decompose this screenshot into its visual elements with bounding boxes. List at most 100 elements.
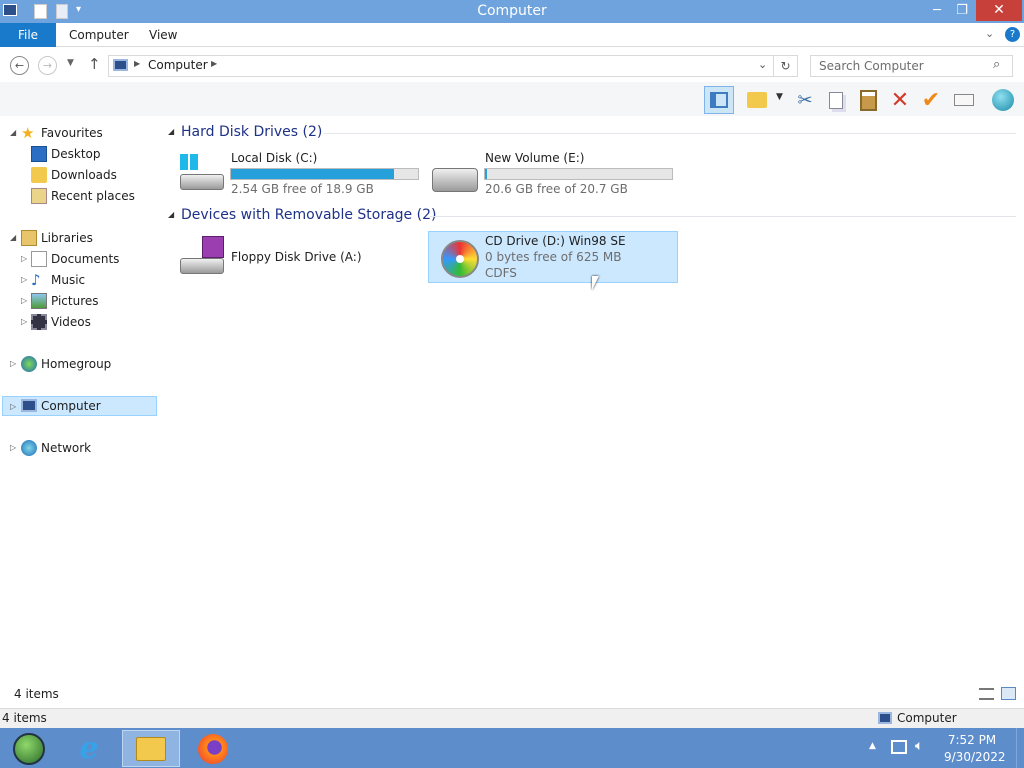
tab-view[interactable]: View — [149, 23, 177, 47]
folder-options-button[interactable] — [742, 86, 772, 114]
nav-desktop[interactable]: Desktop — [0, 144, 160, 164]
item-count: 4 items — [14, 687, 59, 701]
start-orb-icon — [13, 732, 45, 765]
nav-libraries[interactable]: ◢ Libraries — [0, 228, 160, 248]
firefox-icon — [198, 733, 228, 764]
folder-dropdown-icon[interactable]: ▼ — [776, 92, 783, 102]
volume-muted-icon[interactable]: 🔈︎ — [915, 738, 923, 754]
drive-item-cd[interactable]: CD Drive (D:) Win98 SE 0 bytes free of 6… — [428, 231, 678, 283]
group-header-hard-disks[interactable]: Hard Disk Drives (2) — [181, 124, 322, 140]
expand-icon[interactable]: ▷ — [21, 249, 27, 269]
nav-videos[interactable]: ▷ Videos — [0, 312, 160, 332]
tab-computer[interactable]: Computer — [69, 23, 129, 47]
collapse-group-icon[interactable]: ◢ — [168, 127, 174, 136]
folder-icon — [747, 92, 767, 108]
taskbar-firefox[interactable] — [184, 730, 242, 767]
expand-icon[interactable]: ▷ — [10, 438, 16, 458]
tab-file[interactable]: File — [0, 23, 56, 47]
explorer-folder-icon — [136, 736, 166, 761]
search-input[interactable]: Search Computer ⌕ — [810, 55, 1013, 77]
show-desktop-button[interactable] — [1016, 728, 1024, 768]
videos-icon — [31, 314, 47, 330]
address-crumb-computer[interactable]: Computer — [148, 58, 208, 72]
maximize-button[interactable]: ❐ — [950, 0, 974, 21]
group-divider — [430, 216, 1016, 217]
nav-label: Desktop — [51, 147, 101, 161]
nav-label: Libraries — [41, 231, 93, 245]
expand-icon[interactable]: ▷ — [21, 270, 27, 290]
drive-name: Floppy Disk Drive (A:) — [231, 250, 362, 264]
nav-label: Videos — [51, 315, 91, 329]
search-icon: ⌕ — [993, 57, 1001, 72]
drive-item-e[interactable]: New Volume (E:) 20.6 GB free of 20.7 GB — [430, 148, 680, 198]
forward-button[interactable]: → — [38, 56, 57, 75]
show-hidden-icons-icon[interactable]: ▲ — [869, 741, 876, 751]
drive-free-space: 0 bytes free of 625 MB — [485, 250, 622, 264]
nav-pictures[interactable]: ▷ Pictures — [0, 291, 160, 311]
start-button[interactable] — [0, 730, 58, 767]
ie-icon: e — [79, 731, 99, 766]
nav-homegroup[interactable]: ▷ Homegroup — [0, 354, 160, 374]
recent-locations-icon[interactable]: ▼ — [67, 58, 74, 68]
nav-documents[interactable]: ▷ Documents — [0, 249, 160, 269]
command-toolbar: ▼ ✂ ✕ ✔ — [0, 82, 1024, 116]
network-location-button[interactable] — [988, 86, 1018, 114]
drive-free-space: 20.6 GB free of 20.7 GB — [485, 182, 628, 196]
drive-item-floppy[interactable]: Floppy Disk Drive (A:) — [176, 232, 426, 282]
cut-button[interactable]: ✂ — [790, 86, 820, 114]
paste-button[interactable] — [853, 86, 883, 114]
status-item-count: 4 items — [2, 711, 47, 725]
nav-label: Music — [51, 273, 86, 287]
rename-button[interactable] — [949, 86, 979, 114]
collapse-group-icon[interactable]: ◢ — [168, 210, 174, 219]
refresh-button[interactable]: ↻ — [774, 55, 798, 77]
tray-clock-time[interactable]: 7:52 PM — [946, 733, 998, 747]
nav-label: Computer — [41, 399, 101, 413]
group-header-removable[interactable]: Devices with Removable Storage (2) — [181, 207, 436, 223]
preview-pane-button[interactable] — [704, 86, 734, 114]
up-button[interactable]: ↑ — [88, 55, 101, 73]
back-button[interactable]: ← — [10, 56, 29, 75]
globe-icon — [992, 89, 1014, 111]
collapse-icon[interactable]: ◢ — [10, 228, 16, 248]
nav-music[interactable]: ▷ ♪ Music — [0, 270, 160, 290]
expand-icon[interactable]: ▷ — [21, 291, 27, 311]
window-title: Computer — [477, 3, 547, 19]
status-location: Computer — [897, 711, 957, 725]
copy-icon — [829, 91, 843, 109]
search-placeholder: Search Computer — [819, 59, 924, 73]
drive-usage-bar — [230, 168, 419, 180]
expand-icon[interactable]: ▷ — [21, 312, 27, 332]
nav-network[interactable]: ▷ Network — [0, 438, 160, 458]
nav-downloads[interactable]: Downloads — [0, 165, 160, 185]
address-dropdown-icon[interactable]: ⌄ — [758, 58, 767, 71]
ribbon-collapse-icon[interactable]: ⌄ — [985, 27, 994, 40]
drive-name: New Volume (E:) — [485, 151, 585, 165]
large-icons-view-button[interactable] — [1001, 687, 1016, 700]
status-bar-inner: 4 items — [0, 686, 1024, 708]
nav-computer[interactable]: ▷ Computer — [2, 396, 157, 416]
taskbar-explorer[interactable] — [122, 730, 180, 767]
copy-button[interactable] — [821, 86, 851, 114]
drive-item-c[interactable]: Local Disk (C:) 2.54 GB free of 18.9 GB — [176, 148, 426, 198]
address-bar[interactable]: ▶ Computer ▶ ⌄ — [108, 55, 774, 77]
taskbar-ie[interactable]: e — [60, 730, 118, 767]
delete-button[interactable]: ✕ — [885, 86, 915, 114]
expand-icon[interactable]: ▷ — [10, 354, 16, 374]
help-icon[interactable]: ? — [1005, 27, 1020, 42]
expand-icon[interactable]: ▷ — [10, 397, 16, 417]
clipboard-icon — [859, 89, 877, 111]
details-view-button[interactable] — [979, 688, 994, 700]
nav-favourites[interactable]: ◢ ★ Favourites — [0, 123, 160, 143]
drive-usage-bar — [484, 168, 673, 180]
drive-usage-fill — [485, 169, 487, 179]
properties-button[interactable]: ✔ — [916, 86, 946, 114]
collapse-icon[interactable]: ◢ — [10, 123, 16, 143]
rename-icon — [954, 94, 974, 106]
title-bar: ▾ Computer ─ ❐ ✕ — [0, 0, 1024, 23]
network-tray-icon[interactable] — [891, 740, 907, 754]
close-button[interactable]: ✕ — [976, 0, 1022, 21]
tray-clock-date[interactable]: 9/30/2022 — [944, 750, 1006, 764]
minimize-button[interactable]: ─ — [926, 0, 948, 21]
nav-recent[interactable]: Recent places — [0, 186, 160, 206]
